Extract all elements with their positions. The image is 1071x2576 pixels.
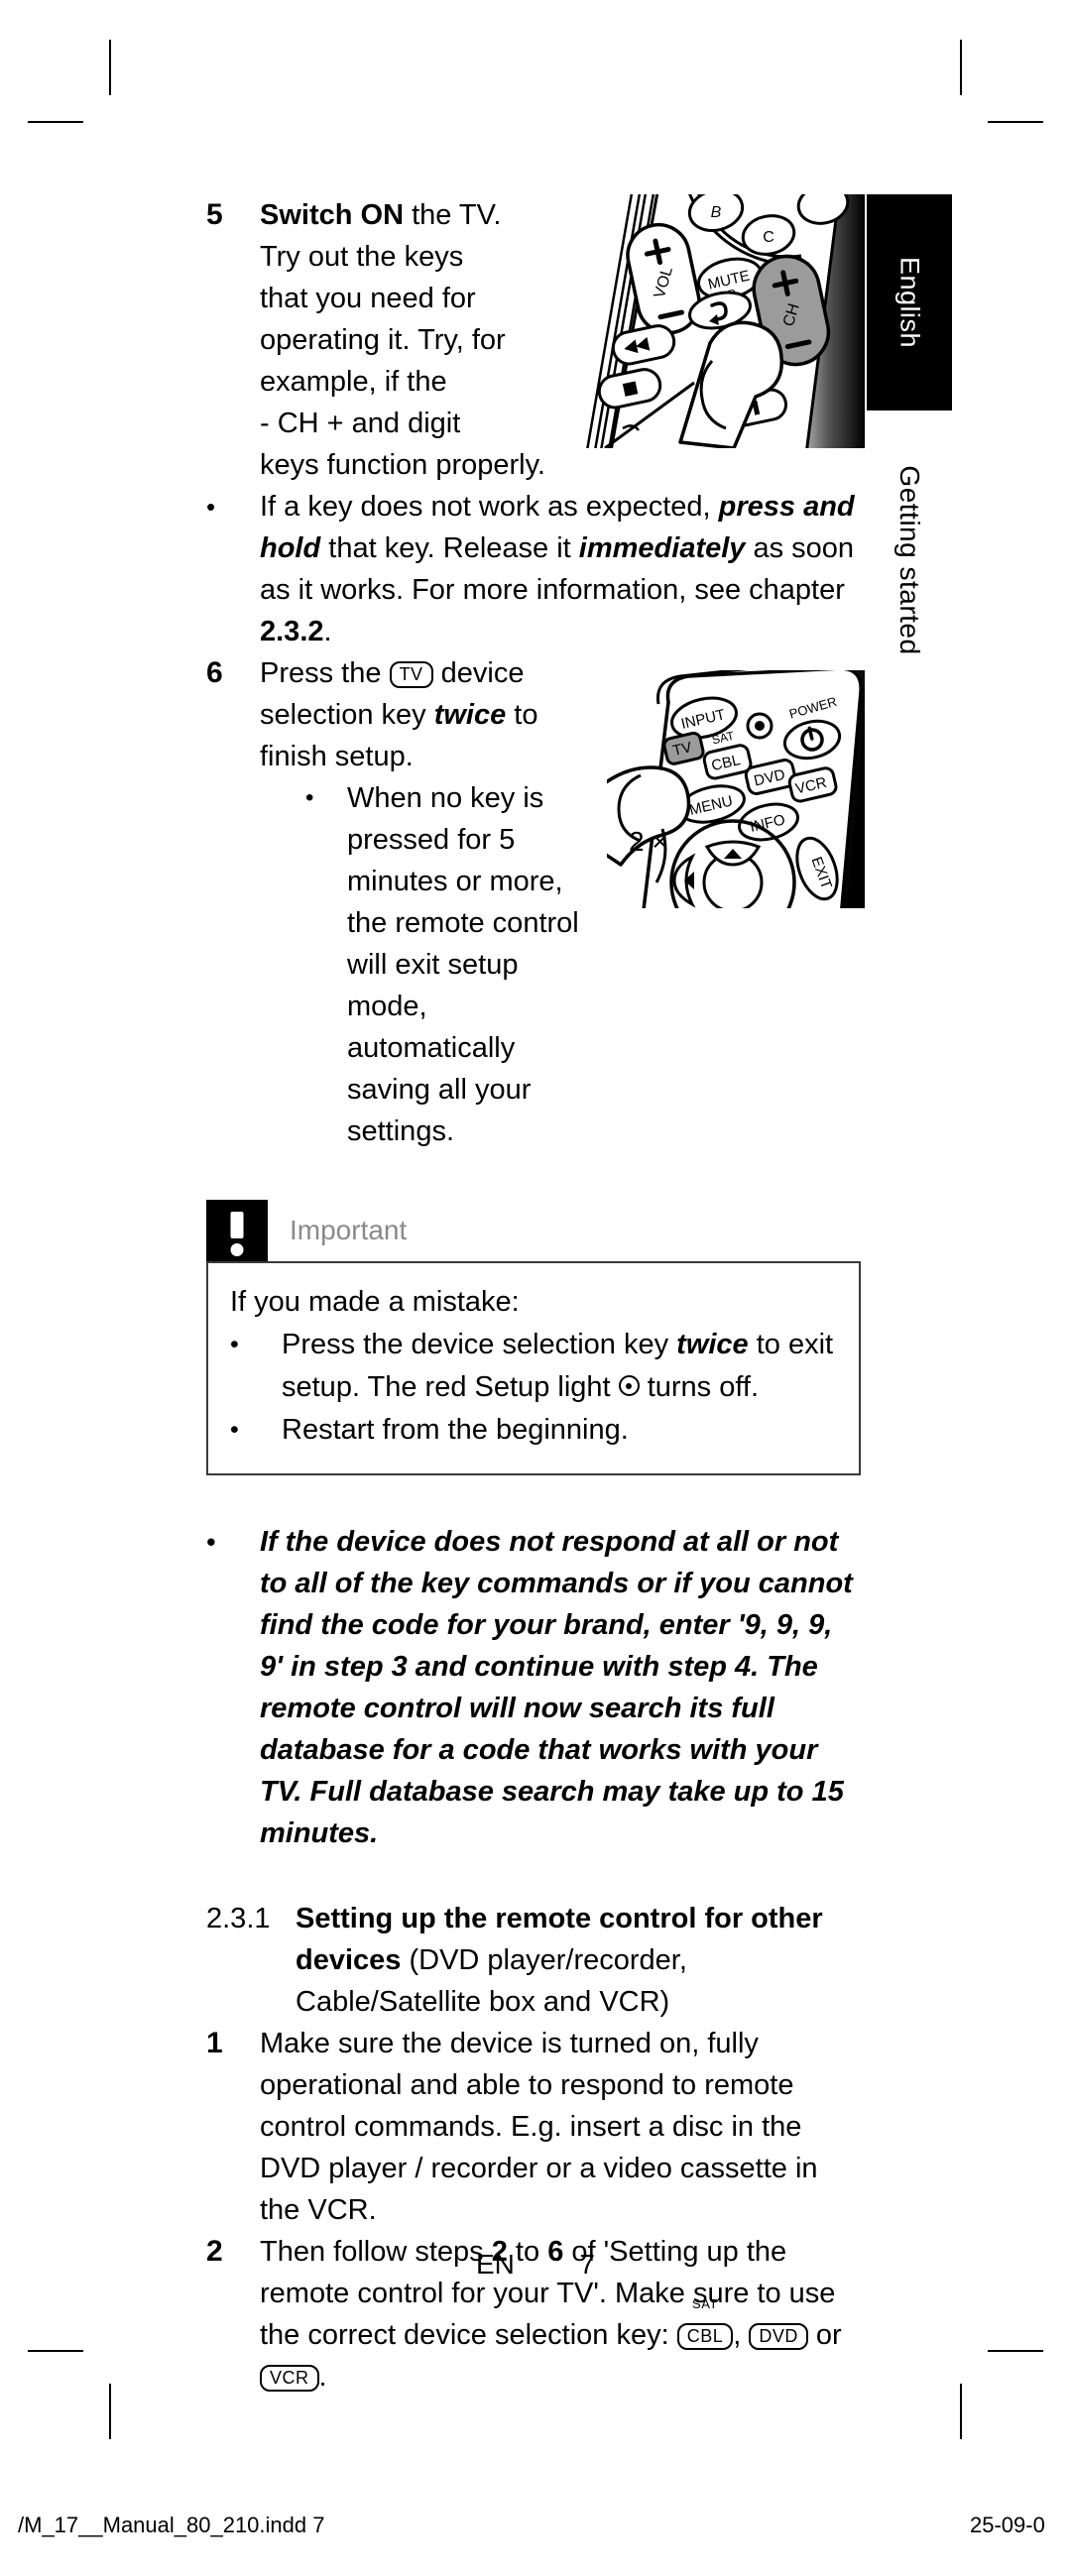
step-5-line-3: that you need for	[260, 283, 476, 314]
sub-bullet-no-key-pressed: • When no key is pressed for 5 minutes o…	[260, 777, 861, 1152]
setup-light-icon	[618, 1375, 640, 1396]
step-5-line-4: operating it. Try, for	[260, 324, 506, 356]
step-5-line-6: - CH + and digit	[260, 408, 461, 439]
important-intro: If you made a mistake:	[230, 1286, 520, 1318]
section-2-3-1-step-1-number: 1	[206, 2027, 223, 2059]
section-2-3-1-number: 2.3.1	[206, 1903, 271, 1934]
tab-section-getting-started: Getting started	[867, 446, 952, 674]
tab-language-english-label: English	[894, 256, 925, 349]
sub-bullet-text: When no key is pressed for 5 minutes or …	[347, 782, 579, 1147]
section-2-3-1-step-2-t6: ,	[733, 2319, 750, 2351]
step-6-text: Press the TV device selection key twice …	[260, 652, 562, 777]
important-bullet-1-t1: Press the device selection key	[282, 1329, 677, 1360]
step-5-line-5: example, if the	[260, 366, 447, 398]
print-slug-filename: /M_17__Manual_80_210.indd 7	[18, 2513, 325, 2537]
footer-language-code: EN	[476, 2249, 515, 2280]
page-footer: EN 7	[0, 2249, 1071, 2281]
print-slug: /M_17__Manual_80_210.indd 7 25-09-0	[18, 2513, 1045, 2538]
important-bullet-1-t4: turns off.	[639, 1371, 760, 1403]
sub-bullet-text-narrow: When no key is pressed for 5 minutes or …	[347, 777, 590, 1152]
exclamation-icon	[206, 1200, 268, 1261]
important-bullet-1: • Press the device selection key twice t…	[230, 1324, 837, 1409]
tab-section-getting-started-label: Getting started	[894, 465, 925, 655]
important-bullet-2-text: Restart from the beginning.	[282, 1414, 629, 1446]
important-label: Important	[290, 1215, 408, 1245]
tab-language-english: English	[867, 194, 952, 410]
important-callout-header: Important	[206, 1200, 861, 1261]
step-5-lead-rest: the TV.	[404, 199, 502, 231]
step-6-t1: Press the	[260, 657, 390, 689]
step-5: 5 Switch ON the TV. Try out the keys tha…	[206, 194, 861, 486]
bullet-key-does-not-work: • If a key does not work as expected, pr…	[206, 486, 861, 652]
tv-key-icon: TV	[389, 661, 433, 688]
print-slug-date: 25-09-0	[970, 2513, 1045, 2537]
important-bullet-1-marker: •	[230, 1331, 239, 1358]
section-2-3-1-step-1-text: Make sure the device is turned on, fully…	[260, 2028, 818, 2226]
step-5-number: 5	[206, 198, 223, 231]
step-5-line-2: Try out the keys	[260, 241, 464, 273]
sub-bullet-marker: •	[305, 784, 314, 811]
cbl-key-icon: CBL	[676, 2323, 734, 2350]
important-bullet-2-marker: •	[230, 1416, 239, 1444]
step-5-lead-bold: Switch ON	[260, 199, 405, 231]
bullet-key-fail-t3: that key. Release it	[320, 532, 579, 564]
section-2-3-1-heading: 2.3.1 Setting up the remote control for …	[206, 1898, 861, 2023]
section-2-3-1-step-1: 1 Make sure the device is turned on, ful…	[206, 2023, 861, 2231]
step-6: 6 Press the TV device selection key twic…	[206, 652, 861, 1152]
step-5-line-7: keys function properly.	[260, 449, 545, 481]
footer-page-number: 7	[579, 2249, 595, 2280]
section-2-3-1-step-2-t7: or	[807, 2319, 842, 2351]
important-callout-body: If you made a mistake: • Press the devic…	[206, 1261, 861, 1475]
cbl-key-sat-superscript: SAT	[692, 2296, 718, 2311]
italic-note-text: If the device does not respond at all or…	[260, 1526, 853, 1849]
vcr-key-icon: VCR	[260, 2365, 319, 2392]
italic-note-marker: •	[206, 1527, 216, 1557]
step-5-text: Switch ON the TV. Try out the keys that …	[260, 194, 533, 444]
dvd-key-icon: DVD	[749, 2323, 808, 2350]
step-6-number: 6	[206, 656, 223, 689]
bullet-key-fail-t1: If a key does not work as expected,	[260, 491, 719, 523]
important-bullet-2: • Restart from the beginning.	[230, 1409, 837, 1452]
section-2-3-1-step-2-t8: .	[318, 2361, 327, 2393]
bullet-marker: •	[206, 492, 216, 522]
important-bullet-1-twice: twice	[676, 1329, 749, 1360]
bullet-key-fail-chapter-ref: 2.3.2	[260, 616, 324, 647]
manual-page: B C VOL MUTE P#P	[0, 0, 1071, 2576]
important-callout: Important If you made a mistake: • Press…	[206, 1200, 861, 1475]
page-content: 5 Switch ON the TV. Try out the keys tha…	[206, 194, 861, 2398]
italic-note-full-database-search: • If the device does not respond at all …	[206, 1521, 861, 1854]
step-6-twice: twice	[433, 699, 507, 731]
bullet-key-fail-immediately: immediately	[578, 532, 746, 564]
bullet-key-fail-t7: .	[323, 616, 332, 647]
